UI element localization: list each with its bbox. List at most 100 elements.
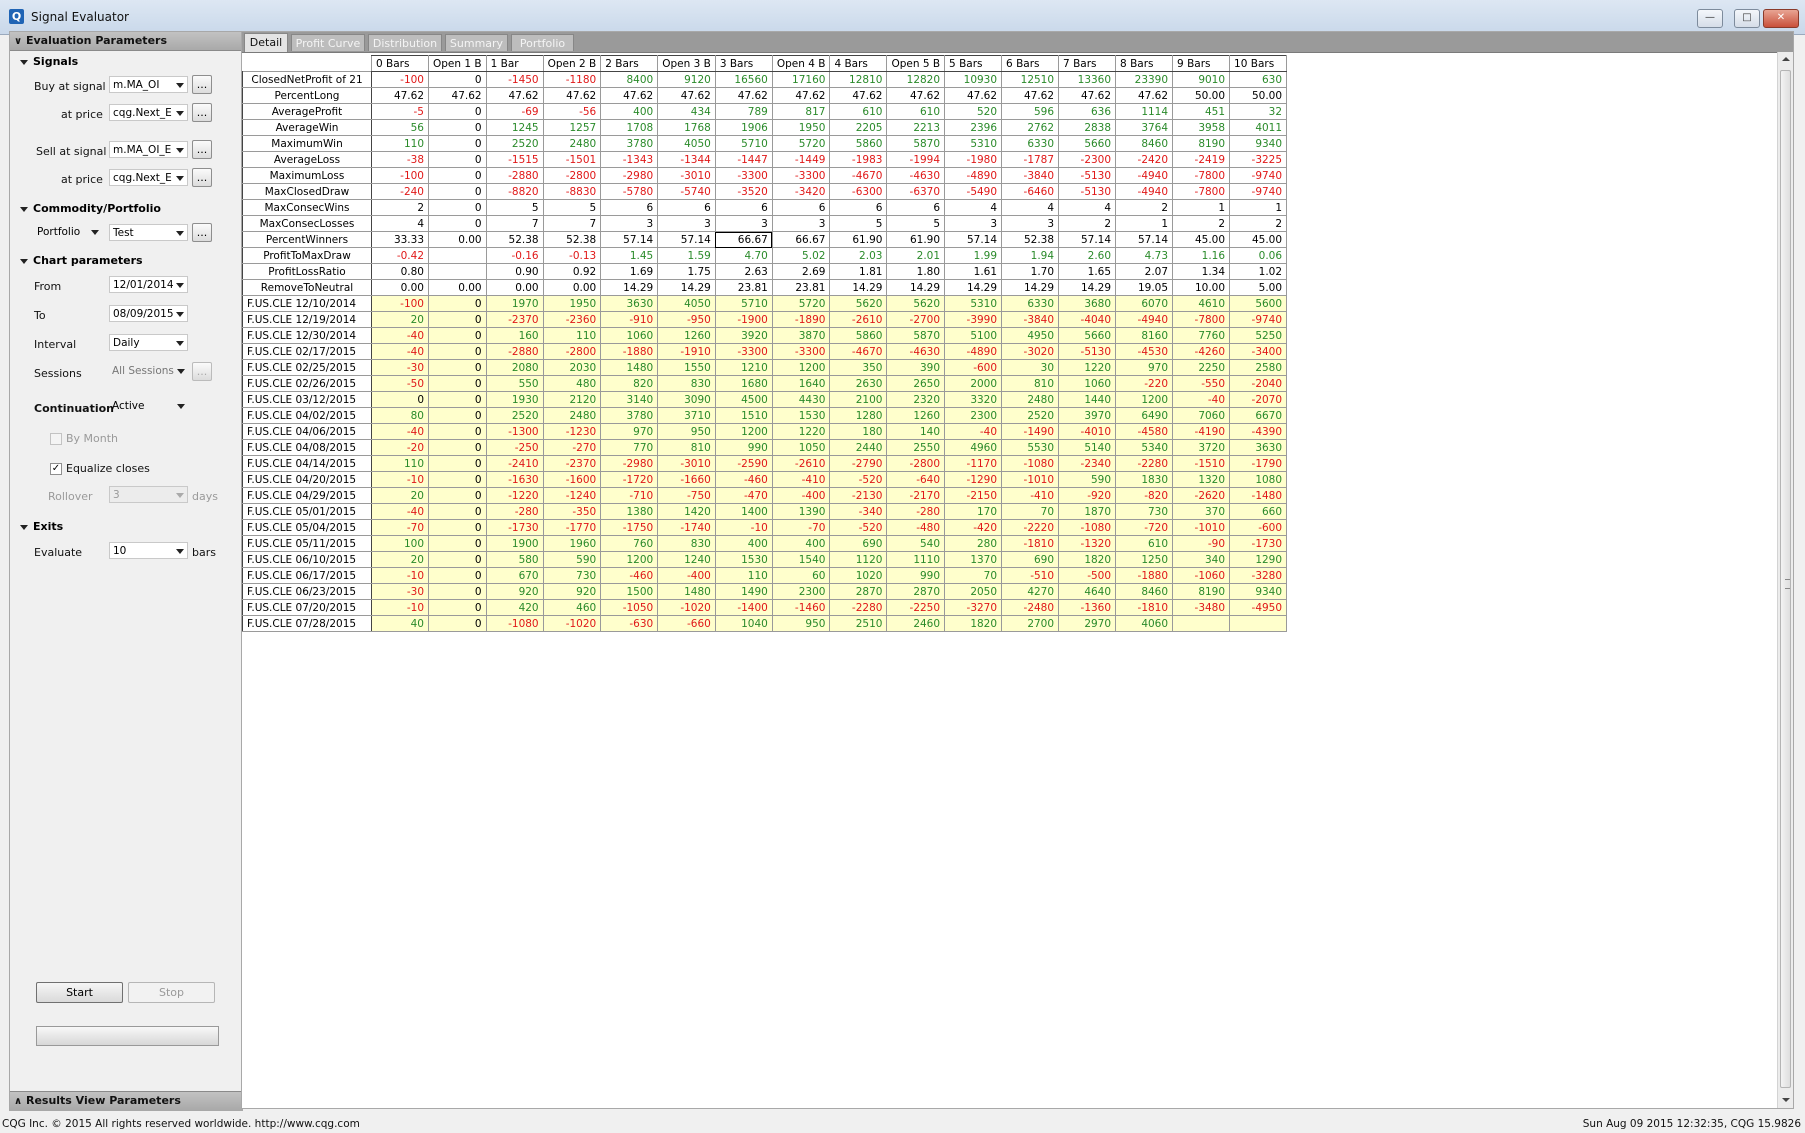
column-header[interactable]: 6 Bars: [1001, 55, 1060, 72]
grid-cell[interactable]: 1440: [1058, 391, 1117, 408]
grid-cell[interactable]: 2480: [1001, 391, 1060, 408]
grid-cell[interactable]: 970: [1115, 359, 1174, 376]
grid-cell[interactable]: 630: [1229, 71, 1288, 88]
grid-cell[interactable]: 0: [428, 327, 487, 344]
grid-cell[interactable]: -5: [371, 103, 429, 120]
sessions-select[interactable]: All Sessions: [109, 363, 188, 380]
tab-profit-curve[interactable]: Profit Curve: [291, 34, 365, 51]
grid-cell[interactable]: -1447: [714, 151, 773, 168]
grid-cell[interactable]: -3990: [944, 311, 1003, 328]
grid-cell[interactable]: -5780: [600, 183, 659, 200]
grid-cell[interactable]: -10: [371, 567, 429, 584]
grid-cell[interactable]: -280: [485, 503, 544, 520]
grid-cell[interactable]: 1820: [1058, 551, 1117, 568]
grid-cell[interactable]: 730: [542, 567, 602, 584]
grid-cell[interactable]: 0: [428, 183, 487, 200]
grid-cell[interactable]: -550: [1172, 375, 1231, 392]
grid-cell[interactable]: 5: [829, 215, 888, 232]
grid-cell[interactable]: 20: [371, 551, 429, 568]
grid-cell[interactable]: 47.62: [371, 87, 429, 104]
column-header[interactable]: 8 Bars: [1115, 55, 1174, 72]
grid-cell[interactable]: 1020: [829, 567, 888, 584]
grid-cell[interactable]: -410: [1001, 487, 1060, 504]
grid-cell[interactable]: -510: [1001, 567, 1060, 584]
grid-cell[interactable]: -220: [1115, 375, 1174, 392]
column-header[interactable]: 7 Bars: [1058, 55, 1117, 72]
exits-section-header[interactable]: Exits: [20, 520, 63, 533]
grid-cell[interactable]: -750: [657, 487, 716, 504]
grid-cell[interactable]: -1050: [600, 599, 659, 616]
grid-cell[interactable]: 1.02: [1229, 263, 1288, 280]
grid-cell[interactable]: 817: [771, 103, 831, 120]
grid-cell[interactable]: -4670: [829, 167, 888, 184]
grid-cell[interactable]: 1220: [1058, 359, 1117, 376]
grid-cell[interactable]: 3720: [1172, 439, 1231, 456]
grid-cell[interactable]: -2150: [944, 487, 1003, 504]
grid-cell[interactable]: 1820: [944, 615, 1003, 632]
grid-cell[interactable]: -2280: [829, 599, 888, 616]
grid-cell[interactable]: 660: [1229, 503, 1288, 520]
grid-cell[interactable]: 760: [600, 535, 659, 552]
grid-cell[interactable]: 596: [1001, 103, 1060, 120]
grid-cell[interactable]: 0.00: [428, 231, 487, 248]
grid-cell[interactable]: -4670: [829, 343, 888, 360]
grid-cell[interactable]: -2610: [771, 455, 831, 472]
grid-cell[interactable]: -1300: [485, 423, 544, 440]
grid-cell[interactable]: -2220: [1001, 519, 1060, 536]
row-label[interactable]: F.US.CLE 06/23/2015: [242, 583, 372, 600]
grid-cell[interactable]: 1280: [829, 407, 888, 424]
grid-cell[interactable]: -1730: [1229, 535, 1288, 552]
grid-cell[interactable]: 14.29: [1001, 279, 1060, 296]
grid-cell[interactable]: 1.94: [1001, 247, 1060, 264]
grid-cell[interactable]: 6330: [1001, 295, 1060, 312]
grid-cell[interactable]: -4630: [886, 167, 946, 184]
grid-cell[interactable]: 690: [1001, 551, 1060, 568]
evaluate-bars-select[interactable]: 10: [109, 542, 188, 559]
column-header[interactable]: Open 3 B: [657, 55, 716, 72]
grid-cell[interactable]: -710: [600, 487, 659, 504]
scrollbar-thumb[interactable]: [1780, 70, 1791, 1088]
grid-cell[interactable]: 52.38: [542, 231, 602, 248]
grid-cell[interactable]: 47.62: [428, 87, 487, 104]
grid-cell[interactable]: -1900: [714, 311, 773, 328]
grid-cell[interactable]: 1200: [600, 551, 659, 568]
sessions-browse-button[interactable]: ...: [192, 362, 212, 381]
grid-cell[interactable]: -920: [1058, 487, 1117, 504]
grid-cell[interactable]: 830: [657, 535, 716, 552]
grid-cell[interactable]: -10: [371, 471, 429, 488]
grid-cell[interactable]: 2050: [944, 583, 1003, 600]
grid-cell[interactable]: 0: [428, 487, 487, 504]
grid-cell[interactable]: 5870: [886, 327, 946, 344]
grid-cell[interactable]: -460: [600, 567, 659, 584]
grid-cell[interactable]: -1220: [485, 487, 544, 504]
grid-cell[interactable]: 23390: [1115, 71, 1174, 88]
grid-cell[interactable]: 0.00: [428, 279, 487, 296]
grid-cell[interactable]: 2080: [485, 359, 544, 376]
grid-cell[interactable]: 540: [886, 535, 946, 552]
grid-cell[interactable]: -100: [371, 71, 429, 88]
grid-cell[interactable]: -1360: [1058, 599, 1117, 616]
grid-cell[interactable]: 810: [657, 439, 716, 456]
grid-cell[interactable]: 2630: [829, 375, 888, 392]
grid-cell[interactable]: 40: [371, 615, 429, 632]
row-label[interactable]: F.US.CLE 05/04/2015: [242, 519, 372, 536]
grid-cell[interactable]: 1114: [1115, 103, 1174, 120]
grid-cell[interactable]: 5660: [1058, 327, 1117, 344]
grid-cell[interactable]: 1768: [657, 119, 716, 136]
grid-cell[interactable]: 47.62: [714, 87, 773, 104]
grid-cell[interactable]: 57.14: [1115, 231, 1174, 248]
grid-cell[interactable]: -70: [371, 519, 429, 536]
grid-cell[interactable]: 6: [657, 199, 716, 216]
grid-cell[interactable]: 2250: [1172, 359, 1231, 376]
grid-cell[interactable]: -10: [371, 599, 429, 616]
grid-cell[interactable]: -2790: [829, 455, 888, 472]
grid-cell[interactable]: -2410: [485, 455, 544, 472]
row-label[interactable]: MaxConsecWins: [242, 199, 372, 216]
scroll-down-arrow-icon[interactable]: [1782, 1098, 1790, 1102]
grid-cell[interactable]: -30: [371, 359, 429, 376]
grid-cell[interactable]: -8830: [542, 183, 602, 200]
row-label[interactable]: F.US.CLE 02/17/2015: [242, 343, 372, 360]
row-label[interactable]: F.US.CLE 07/28/2015: [242, 615, 372, 632]
grid-cell[interactable]: 4.70: [714, 247, 773, 264]
grid-cell[interactable]: 160: [485, 327, 544, 344]
